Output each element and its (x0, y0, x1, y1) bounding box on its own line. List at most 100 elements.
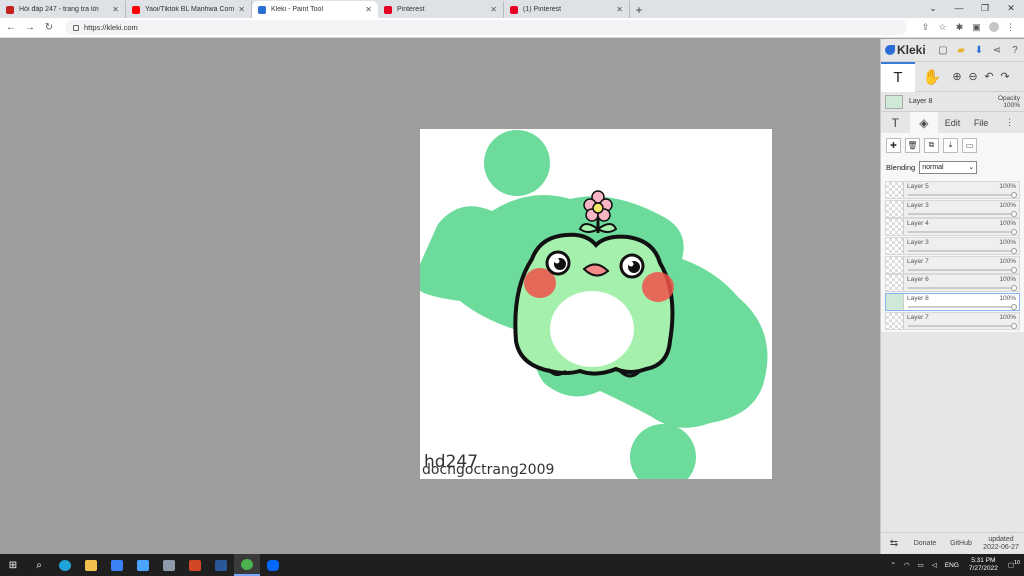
zalo-icon[interactable] (260, 554, 286, 576)
zoom-out-icon[interactable]: ⊖ (965, 70, 981, 83)
volume-icon[interactable]: ◁ (932, 561, 937, 569)
tab-close-icon[interactable]: ✕ (238, 5, 245, 14)
forward-icon[interactable]: → (22, 22, 38, 33)
blending-select[interactable]: normal ⌄ (919, 160, 978, 174)
new-tab-button[interactable]: + (630, 1, 648, 18)
tray-chevron-icon[interactable]: ⌃ (891, 561, 896, 569)
drawing-canvas[interactable]: hd247 docngoctrang2009 (420, 129, 772, 479)
layer-opacity: 100% (999, 313, 1016, 321)
hand-tool-button[interactable]: ✋ (915, 62, 949, 92)
tab-layers[interactable]: ◈ (909, 111, 939, 134)
donate-link[interactable]: Donate (907, 540, 943, 547)
browser-tab-0[interactable]: Hỏi đáp 247 - trang tra lời ✕ (0, 1, 126, 18)
tab-close-icon[interactable]: ✕ (112, 5, 119, 14)
puzzle-icon[interactable]: ✱ (951, 22, 968, 33)
chevron-down-icon[interactable]: ⌄ (920, 0, 946, 18)
layer-row[interactable]: Layer 8 100% (885, 293, 1020, 312)
layer-row[interactable]: Layer 7 100% (885, 311, 1020, 330)
canvas-area[interactable]: hd247 docngoctrang2009 (0, 39, 880, 554)
restore-icon[interactable]: ❐ (972, 0, 998, 18)
layer-opacity-knob[interactable] (1011, 210, 1017, 217)
url-input[interactable]: https://kleki.com (65, 20, 907, 35)
blending-row: Blending normal ⌄ (881, 157, 1024, 177)
share-icon[interactable]: ⋖ (988, 45, 1006, 56)
battery-icon[interactable]: ▭ (918, 561, 924, 569)
layer-opacity-knob[interactable] (1011, 192, 1017, 198)
layer-opacity-knob[interactable] (1011, 229, 1017, 236)
minimize-icon[interactable]: — (946, 0, 972, 18)
browser-tab-4[interactable]: (1) Pinterest ✕ (504, 1, 630, 18)
reload-icon[interactable]: ↻ (41, 22, 57, 33)
chrome-icon[interactable] (234, 554, 260, 576)
camera-icon[interactable] (156, 554, 182, 576)
profile-icon[interactable] (985, 21, 1002, 34)
file-explorer-icon[interactable] (78, 554, 104, 576)
powerpoint-icon[interactable] (182, 554, 208, 576)
merge-layer-icon[interactable]: ⤓ (943, 137, 958, 153)
tab-edit[interactable]: Edit (938, 112, 967, 134)
github-link[interactable]: GitHub (943, 540, 979, 547)
layer-opacity-slider[interactable] (908, 250, 1015, 253)
sidepanel-icon[interactable]: ▣ (968, 22, 985, 33)
download-icon[interactable]: ⬇ (970, 45, 988, 56)
layer-opacity-slider[interactable] (908, 324, 1015, 327)
tab-close-icon[interactable]: ✕ (490, 5, 497, 14)
browser-tab-1[interactable]: Yaoi/Tiktok BL Manhwa Compilat✕ (126, 1, 252, 18)
clock[interactable]: 5:31 PM 7/27/2022 (969, 557, 998, 573)
edge-icon[interactable] (52, 554, 78, 576)
layer-opacity-knob[interactable] (1011, 248, 1017, 255)
duplicate-layer-icon[interactable]: ⧉ (924, 137, 939, 153)
layer-opacity-slider[interactable] (908, 306, 1015, 309)
layer-opacity-slider[interactable] (908, 268, 1015, 271)
browser-tab-3[interactable]: Pinterest ✕ (378, 1, 504, 18)
layer-row[interactable]: Layer 3 100% (885, 199, 1020, 218)
zoom-in-icon[interactable]: ⊕ (949, 70, 965, 83)
more-options-icon[interactable]: ⋮ (995, 112, 1024, 134)
layer-row[interactable]: Layer 7 100% (885, 255, 1020, 274)
layer-opacity-slider[interactable] (908, 212, 1015, 215)
layer-row[interactable]: Layer 4 100% (885, 218, 1020, 237)
windows-start-icon[interactable]: ⊞ (0, 554, 26, 576)
tab-close-icon[interactable]: ✕ (616, 5, 623, 14)
tab-file[interactable]: File (967, 112, 996, 134)
mail-icon[interactable] (130, 554, 156, 576)
redo-icon[interactable]: ↷ (997, 70, 1013, 83)
menu-icon[interactable]: ⋮ (1002, 22, 1019, 33)
swap-side-icon[interactable]: ⇆ (881, 538, 907, 549)
wifi-icon[interactable]: ◠ (904, 561, 910, 569)
layer-opacity-knob[interactable] (1011, 322, 1017, 329)
text-tool-button[interactable]: T (881, 61, 915, 92)
layer-row[interactable]: Layer 5 100% (885, 181, 1020, 199)
import-folder-icon[interactable]: ▰ (952, 45, 970, 56)
undo-icon[interactable]: ↶ (981, 70, 997, 83)
layer-opacity-knob[interactable] (1011, 266, 1017, 273)
word-icon[interactable] (208, 554, 234, 576)
tab-title: Pinterest (397, 6, 425, 13)
tab-title: (1) Pinterest (523, 6, 562, 13)
store-icon[interactable] (104, 554, 130, 576)
notifications-icon[interactable]: ▢10 (1008, 560, 1020, 569)
layer-row[interactable]: Layer 6 100% (885, 274, 1020, 293)
new-image-icon[interactable]: ▢ (934, 45, 952, 56)
layer-opacity-knob[interactable] (1011, 304, 1017, 311)
help-icon[interactable]: ? (1006, 45, 1024, 56)
search-icon[interactable]: ⌕ (26, 554, 52, 576)
language-indicator[interactable]: ENG (945, 562, 959, 569)
back-icon[interactable]: ← (3, 22, 19, 33)
layer-row[interactable]: Layer 3 100% (885, 237, 1020, 256)
layer-buttons: ✚ 🗑 ⧉ ⤓ ▭ (881, 133, 1024, 157)
layer-opacity-slider[interactable] (908, 287, 1015, 290)
layer-opacity-slider[interactable] (908, 231, 1015, 234)
add-layer-icon[interactable]: ✚ (886, 137, 901, 153)
close-window-icon[interactable]: ✕ (998, 0, 1024, 18)
rename-layer-icon[interactable]: ▭ (962, 137, 977, 153)
tab-text-tool[interactable]: T (881, 112, 910, 134)
layer-opacity-knob[interactable] (1011, 285, 1017, 292)
bookmark-star-icon[interactable]: ☆ (934, 22, 951, 33)
kleki-logo[interactable]: Kleki (885, 43, 926, 57)
share-icon[interactable]: ⇪ (917, 22, 934, 33)
delete-layer-icon[interactable]: 🗑 (905, 137, 920, 153)
layer-opacity-slider[interactable] (908, 194, 1015, 196)
tab-close-icon[interactable]: ✕ (365, 5, 372, 14)
browser-tab-2[interactable]: Kleki - Paint Tool ✕ (252, 1, 378, 18)
